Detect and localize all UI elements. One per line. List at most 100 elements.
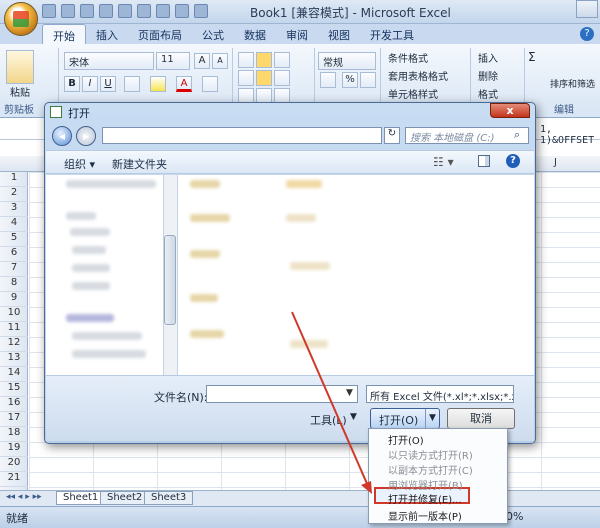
tab-developer[interactable]: 开发工具 [360, 24, 424, 44]
border-icon[interactable] [124, 76, 140, 92]
row-header[interactable]: 14 [0, 367, 28, 382]
chart-icon[interactable] [175, 4, 189, 18]
insert-cells-button[interactable]: 插入 [474, 49, 522, 67]
row-header[interactable]: 9 [0, 292, 28, 307]
list-item[interactable] [190, 214, 230, 222]
list-item[interactable] [72, 350, 146, 358]
row-header[interactable]: 4 [0, 217, 28, 232]
menu-item-open-copy[interactable]: 以副本方式打开(C) [388, 462, 473, 477]
italic-button[interactable]: I [82, 76, 98, 92]
forward-icon[interactable]: ▸ [76, 126, 96, 146]
row-header[interactable]: 2 [0, 187, 28, 202]
shrink-font-button[interactable]: A [212, 53, 228, 69]
grow-font-button[interactable]: A [194, 53, 210, 69]
row-header[interactable]: 13 [0, 352, 28, 367]
zoom-level[interactable]: 0% [506, 510, 523, 523]
underline-button[interactable]: U [100, 76, 116, 92]
row-header[interactable]: 6 [0, 247, 28, 262]
row-header[interactable]: 5 [0, 232, 28, 247]
autosum-button[interactable]: Σ [528, 50, 536, 64]
conditional-format-button[interactable]: 条件格式 [384, 49, 466, 67]
row-header[interactable]: 8 [0, 277, 28, 292]
font-name-select[interactable]: 宋体 [64, 52, 154, 70]
print-preview-icon[interactable] [99, 4, 113, 18]
tools-button[interactable]: 工具(L) [310, 412, 347, 428]
tab-page-layout[interactable]: 页面布局 [128, 24, 192, 44]
currency-icon[interactable] [320, 72, 336, 88]
minimize-button[interactable] [576, 0, 598, 18]
align-top-icon[interactable] [238, 52, 254, 68]
list-item[interactable] [290, 262, 330, 270]
tools-dropdown-icon[interactable]: ▼ [350, 412, 357, 422]
open-split-arrow-icon[interactable]: ▼ [425, 409, 439, 428]
scrollbar-thumb[interactable] [164, 235, 176, 325]
row-header[interactable]: 16 [0, 397, 28, 412]
smiley-icon[interactable] [194, 4, 208, 18]
list-item[interactable] [190, 294, 218, 302]
navigation-pane[interactable] [46, 175, 178, 375]
list-item[interactable] [190, 330, 224, 338]
cell-style-button[interactable]: 单元格样式 [384, 85, 466, 103]
sheet-tab-2[interactable]: Sheet2 [100, 491, 150, 505]
list-item[interactable] [66, 212, 96, 220]
list-item[interactable] [190, 250, 220, 258]
fill-color-icon[interactable] [150, 76, 166, 92]
list-item[interactable] [72, 282, 110, 290]
undo-icon[interactable] [61, 4, 75, 18]
office-button[interactable] [4, 2, 38, 36]
list-item[interactable] [190, 180, 220, 188]
format-cells-button[interactable]: 格式 [474, 85, 522, 103]
menu-item-previous-version[interactable]: 显示前一版本(P) [388, 508, 462, 523]
list-item[interactable] [66, 314, 114, 322]
preview-pane-icon[interactable] [478, 155, 490, 167]
row-header[interactable]: 7 [0, 262, 28, 277]
filename-dropdown-icon[interactable]: ▼ [346, 388, 353, 398]
list-item[interactable] [290, 340, 328, 348]
align-left-icon[interactable] [238, 70, 254, 86]
back-icon[interactable]: ◂ [52, 126, 72, 146]
new-folder-button[interactable]: 新建文件夹 [112, 156, 167, 172]
row-header[interactable]: 20 [0, 457, 28, 472]
row-header[interactable]: 17 [0, 412, 28, 427]
list-item[interactable] [286, 214, 316, 222]
list-item[interactable] [66, 180, 156, 188]
sheet-nav-icon[interactable]: ◂◂ ◂ ▸ ▸▸ [6, 492, 42, 502]
row-header[interactable]: 10 [0, 307, 28, 322]
phonetic-icon[interactable] [202, 76, 218, 92]
spellcheck-icon[interactable] [118, 4, 132, 18]
align-middle-icon[interactable] [256, 52, 272, 68]
comma-icon[interactable] [360, 72, 376, 88]
ribbon-help-icon[interactable]: ? [580, 27, 594, 41]
search-input[interactable]: 搜索 本地磁盘 (C:) [405, 127, 529, 144]
open-icon[interactable] [156, 4, 170, 18]
filename-input[interactable] [206, 385, 358, 403]
address-bar[interactable] [102, 127, 382, 144]
row-header[interactable]: 15 [0, 382, 28, 397]
list-item[interactable] [72, 246, 106, 254]
tab-review[interactable]: 审阅 [276, 24, 318, 44]
tab-view[interactable]: 视图 [318, 24, 360, 44]
bold-button[interactable]: B [64, 76, 80, 92]
save-icon[interactable] [42, 4, 56, 18]
organize-button[interactable]: 组织 ▾ [64, 156, 95, 172]
file-list[interactable] [178, 175, 534, 375]
number-format-select[interactable]: 常规 [318, 52, 376, 70]
list-item[interactable] [286, 180, 322, 188]
sheet-tab-1[interactable]: Sheet1 [56, 491, 106, 505]
row-header[interactable]: 19 [0, 442, 28, 457]
align-right-icon[interactable] [274, 70, 290, 86]
list-item[interactable] [70, 228, 110, 236]
tab-home[interactable]: 开始 [42, 24, 86, 44]
close-button[interactable]: x [490, 103, 530, 118]
redo-icon[interactable] [80, 4, 94, 18]
font-color-icon[interactable]: A [176, 76, 192, 92]
row-header[interactable]: 12 [0, 337, 28, 352]
paste-label[interactable]: 粘贴 [10, 84, 30, 99]
help-icon[interactable]: ? [506, 154, 520, 168]
tab-insert[interactable]: 插入 [86, 24, 128, 44]
row-header[interactable]: 21 [0, 472, 28, 487]
list-item[interactable] [72, 332, 142, 340]
row-header[interactable]: 11 [0, 322, 28, 337]
search-icon[interactable]: ⌕ [514, 128, 520, 142]
menu-item-open[interactable]: 打开(O) [388, 432, 424, 447]
